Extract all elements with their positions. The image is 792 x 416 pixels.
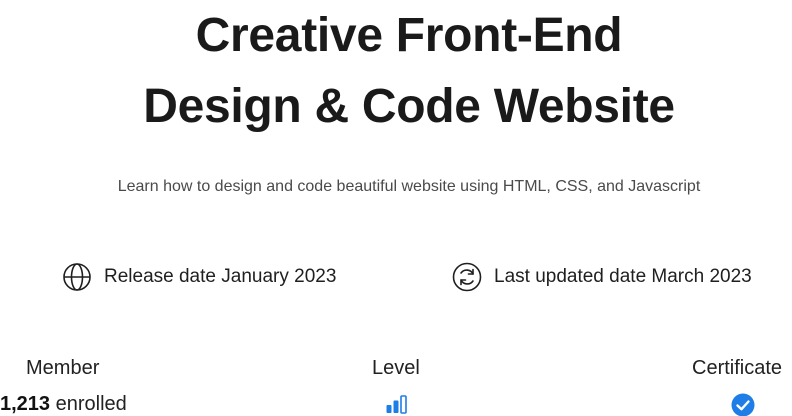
check-circle-icon bbox=[731, 393, 755, 416]
globe-icon bbox=[62, 262, 92, 292]
page-title-line-1: Creative Front-End bbox=[195, 9, 623, 62]
page-title-line-2: Design & Code Website bbox=[143, 80, 675, 133]
release-date-text: Release date January 2023 bbox=[104, 266, 337, 287]
refresh-icon bbox=[452, 262, 482, 292]
member-count: 1,213 bbox=[0, 393, 51, 415]
level-bars-icon bbox=[386, 395, 408, 415]
enrolled-count: 1,213 enrolled bbox=[0, 392, 127, 416]
last-updated-text: Last updated date March 2023 bbox=[494, 266, 752, 287]
course-subtitle: Learn how to design and code beautiful w… bbox=[117, 178, 701, 195]
release-date: Release date January 2023 bbox=[62, 261, 336, 293]
enrolled-suffix: enrolled bbox=[55, 393, 127, 415]
level-label: Level bbox=[372, 357, 420, 379]
certificate-label: Certificate bbox=[692, 357, 783, 379]
course-hero: Creative Front-End Design & Code Website… bbox=[0, 0, 792, 416]
last-updated-date: Last updated date March 2023 bbox=[452, 261, 752, 293]
member-label: Member bbox=[26, 357, 100, 379]
